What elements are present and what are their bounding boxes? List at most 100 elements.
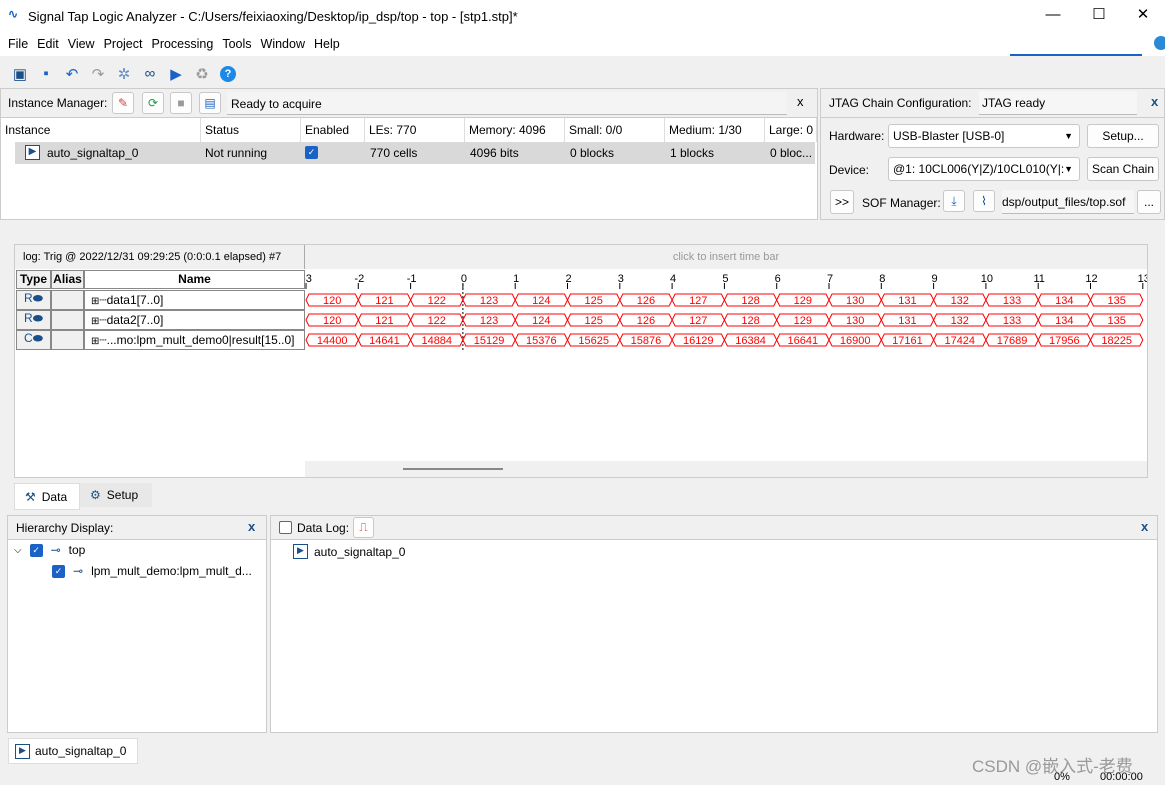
bus-value: 17424 <box>944 335 975 347</box>
search-input[interactable] <box>1010 34 1142 56</box>
bus-value: 135 <box>1107 295 1125 307</box>
scrollbar-thumb[interactable] <box>403 468 503 470</box>
bus-value: 129 <box>794 315 812 327</box>
col-small[interactable]: Small: 0/0 <box>565 118 665 142</box>
time-tick-label: 4 <box>670 273 676 285</box>
col-name[interactable]: Name <box>84 270 305 289</box>
node-finder-icon[interactable]: ✲ <box>114 64 134 84</box>
data-log-panel: Data Log: ⎍ x ▶ auto_signaltap_0 <box>270 515 1158 733</box>
bus-value: 125 <box>584 295 602 307</box>
data-log-label: Data Log: <box>297 521 350 535</box>
enabled-checkbox[interactable]: ✓ <box>305 146 318 159</box>
bus-value: 120 <box>323 295 341 307</box>
hardware-select[interactable]: USB-Blaster [USB-0] ▼ <box>888 124 1080 148</box>
bus-value: 125 <box>584 315 602 327</box>
signal-row[interactable]: ⊞┈...mo:lpm_mult_demo0|result[15..0] <box>84 330 305 350</box>
menu-project[interactable]: Project <box>104 37 143 51</box>
col-memory[interactable]: Memory: 4096 <box>465 118 565 142</box>
col-medium[interactable]: Medium: 1/30 <box>665 118 765 142</box>
col-type[interactable]: Type <box>16 270 51 289</box>
bus-value: 130 <box>846 315 864 327</box>
device-select[interactable]: @1: 10CL006(Y|Z)/10CL010(Y|: ▼ <box>888 157 1080 181</box>
signal-row[interactable]: ⊞┈data1[7..0] <box>84 290 305 310</box>
undo-icon[interactable]: ↶ <box>62 64 82 84</box>
stop-analysis-icon[interactable]: ■ <box>170 92 192 114</box>
bus-value: 16384 <box>735 335 766 347</box>
bus-value: 15625 <box>578 335 609 347</box>
data-log-icon[interactable]: ⎍ <box>353 517 374 538</box>
waveform-canvas[interactable]: -3-2-10123456789101112131201211221231241… <box>305 270 1147 350</box>
bus-value: 124 <box>532 315 550 327</box>
col-instance[interactable]: Instance <box>1 118 201 142</box>
checkbox[interactable]: ✓ <box>29 543 43 557</box>
menu-file[interactable]: File <box>8 37 28 51</box>
time-tick-label: 12 <box>1085 273 1097 285</box>
window-title: Signal Tap Logic Analyzer - C:/Users/fei… <box>28 8 518 24</box>
browse-sof-button[interactable]: ... <box>1137 190 1161 214</box>
setup-button[interactable]: Setup... <box>1087 124 1159 148</box>
time-tick-label: -2 <box>354 273 364 285</box>
instance-row[interactable]: ▶ auto_signaltap_0 Not running ✓ 770 cel… <box>15 142 815 164</box>
expand-icon[interactable]: ⊞ <box>91 296 99 307</box>
time-tick-label: -3 <box>305 273 312 285</box>
autorun-icon[interactable]: ♻ <box>192 64 212 84</box>
signal-alias <box>51 330 84 350</box>
expand-button[interactable]: >> <box>830 190 854 214</box>
read-data-icon[interactable]: ▤ <box>199 92 221 114</box>
menu-processing[interactable]: Processing <box>151 37 213 51</box>
time-tick-label: 6 <box>775 273 781 285</box>
instance-icon[interactable]: ▣ <box>10 64 30 84</box>
close-button[interactable]: ✕ <box>1120 0 1165 32</box>
menu-window[interactable]: Window <box>261 37 305 51</box>
program-device-icon[interactable]: ⤓ <box>943 190 965 212</box>
horizontal-scrollbar[interactable] <box>305 461 1147 477</box>
close-data-log[interactable]: x <box>1141 519 1148 534</box>
chevron-down-icon[interactable]: ⌵ <box>14 545 22 556</box>
expand-icon[interactable]: ⊞ <box>91 336 99 347</box>
bus-value: 14641 <box>369 335 400 347</box>
app-icon: ∿ <box>8 7 19 21</box>
signal-row[interactable]: ⊞┈data2[7..0] <box>84 310 305 330</box>
globe-icon[interactable] <box>1154 36 1165 50</box>
col-les[interactable]: LEs: 770 <box>365 118 465 142</box>
menu-help[interactable]: Help <box>314 37 340 51</box>
scan-chain-button[interactable]: Scan Chain <box>1087 157 1159 181</box>
redo-icon[interactable]: ↷ <box>88 64 108 84</box>
run-icon[interactable]: ▶ <box>166 64 186 84</box>
tab-data[interactable]: ⚒ Data <box>14 483 80 510</box>
instance-icon: ▶ <box>15 743 30 759</box>
close-jtag[interactable]: x <box>1151 94 1158 109</box>
menu-tools[interactable]: Tools <box>222 37 251 51</box>
expand-icon[interactable]: ⊞ <box>91 316 99 327</box>
time-bar-area[interactable]: click to insert time bar <box>305 245 1147 269</box>
autorun-analysis-icon[interactable]: ✎ <box>112 92 134 114</box>
instance-les: 770 cells <box>370 146 418 160</box>
col-enabled[interactable]: Enabled <box>301 118 365 142</box>
instance-tab[interactable]: ▶ auto_signaltap_0 <box>8 738 138 764</box>
menu-view[interactable]: View <box>68 37 95 51</box>
elapsed-time: 00:00:00 <box>1100 771 1143 783</box>
col-large[interactable]: Large: 0 <box>765 118 817 142</box>
binoculars-icon[interactable]: ∞ <box>140 64 160 84</box>
hardware-label: Hardware: <box>829 129 885 143</box>
tab-setup[interactable]: ⚙ Setup <box>80 483 152 507</box>
bus-value: 133 <box>1003 315 1021 327</box>
data-log-item[interactable]: ▶ auto_signaltap_0 <box>293 544 405 559</box>
save-icon[interactable]: ▪ <box>36 64 56 84</box>
maximize-button[interactable]: ☐ <box>1076 0 1122 32</box>
tree-item-lpm-mult[interactable]: ✓ ⊸ lpm_mult_demo:lpm_mult_d... <box>52 564 252 578</box>
paperclip-icon[interactable]: ⌇ <box>973 190 995 212</box>
col-alias[interactable]: Alias <box>51 270 84 289</box>
data-log-checkbox[interactable] <box>279 521 292 534</box>
minimize-button[interactable]: — <box>1030 0 1076 32</box>
help-icon[interactable]: ? <box>218 64 238 84</box>
sof-path-field[interactable]: dsp/output_files/top.sof <box>1002 190 1134 214</box>
tree-item-top[interactable]: ⌵ ✓ ⊸ top <box>14 543 85 557</box>
col-status[interactable]: Status <box>201 118 301 142</box>
checkbox[interactable]: ✓ <box>52 564 65 578</box>
close-instance-manager[interactable]: x <box>797 94 804 109</box>
run-analysis-icon[interactable]: ⟳ <box>142 92 164 114</box>
close-hierarchy[interactable]: x <box>248 519 255 534</box>
time-tick-label: 1 <box>513 273 519 285</box>
menu-edit[interactable]: Edit <box>37 37 59 51</box>
